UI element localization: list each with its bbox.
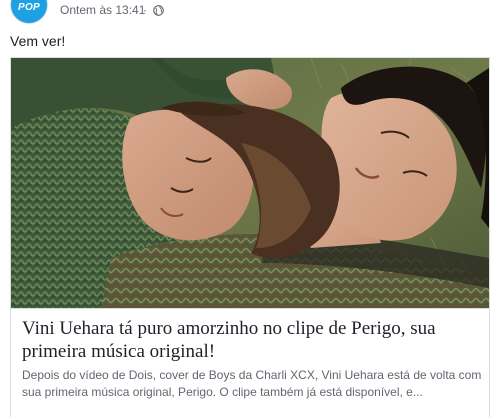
- link-preview-card[interactable]: Vini Uehara tá puro amorzinho no clipe d…: [10, 57, 490, 419]
- post-timestamp[interactable]: Ontem às 13:41: [60, 3, 145, 17]
- globe-icon[interactable]: [153, 5, 164, 16]
- link-preview-image[interactable]: [11, 58, 489, 308]
- music-video-still-image: [11, 58, 489, 308]
- link-preview-title[interactable]: Vini Uehara tá puro amorzinho no clipe d…: [22, 317, 484, 363]
- post-message: Vem ver!: [10, 33, 66, 49]
- page-avatar[interactable]: POP: [10, 0, 48, 24]
- link-preview-info[interactable]: Vini Uehara tá puro amorzinho no clipe d…: [11, 308, 489, 419]
- avatar-logo-text: POP: [17, 2, 41, 13]
- link-preview-description: Depois do vídeo de Dois, cover de Boys d…: [22, 368, 482, 399]
- post-header: POP Ontem às 13:41 ·: [0, 0, 503, 26]
- meta-separator: ·: [143, 3, 147, 17]
